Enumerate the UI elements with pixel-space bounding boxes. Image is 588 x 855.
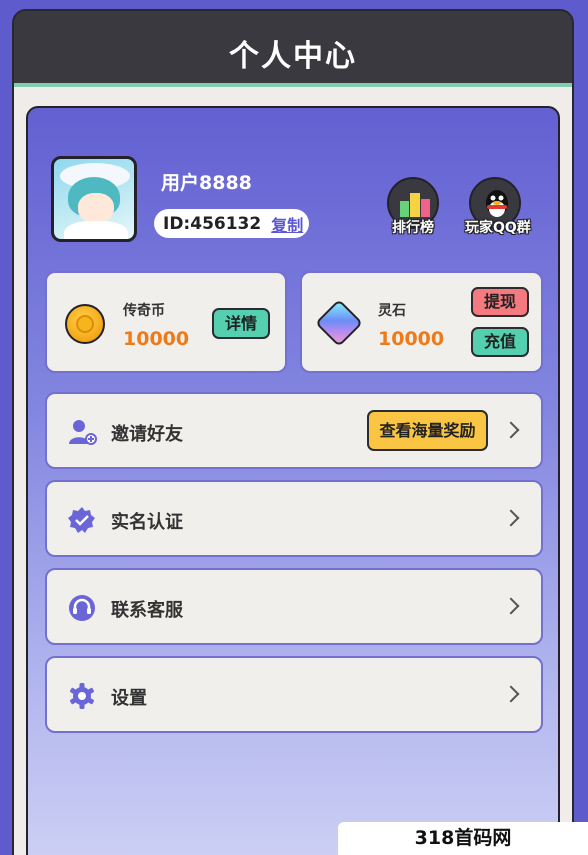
- gem-icon: [314, 298, 364, 348]
- withdraw-button[interactable]: 提现: [471, 287, 529, 317]
- copy-id-link[interactable]: 复制: [271, 212, 303, 236]
- leaderboard-label: 排行榜: [392, 220, 434, 236]
- avatar[interactable]: [51, 156, 137, 242]
- coin-detail-button[interactable]: 详情: [212, 308, 270, 339]
- real-name-verification-row[interactable]: 实名认证: [45, 480, 543, 557]
- verified-badge-icon: [68, 507, 95, 533]
- add-user-icon: [69, 420, 97, 445]
- gem-card: 灵石 10000 提现 充值: [300, 271, 543, 373]
- gem-value: 10000: [378, 328, 445, 350]
- leaderboard-button[interactable]: 排行榜: [383, 177, 443, 237]
- page-title: 个人中心: [229, 39, 357, 74]
- view-rewards-button[interactable]: 查看海量奖励: [367, 410, 488, 451]
- invite-friends-row[interactable]: 邀请好友 查看海量奖励: [45, 392, 543, 469]
- top-bar: 个人中心: [12, 9, 574, 89]
- coin-card: 传奇币 10000 详情: [45, 271, 287, 373]
- recharge-button[interactable]: 充值: [471, 327, 529, 357]
- headset-icon: [69, 595, 95, 621]
- real-name-verification-label: 实名认证: [111, 512, 183, 533]
- chevron-right-icon: [502, 509, 520, 527]
- coin-label: 传奇币: [123, 303, 165, 319]
- coin-value: 10000: [123, 328, 190, 350]
- qq-group-button[interactable]: 玩家QQ群: [465, 177, 531, 237]
- customer-service-label: 联系客服: [111, 600, 183, 621]
- settings-label: 设置: [111, 688, 147, 709]
- invite-friends-label: 邀请好友: [111, 424, 183, 445]
- user-id-pill: ID:456132 复制: [154, 209, 309, 238]
- chevron-right-icon: [502, 685, 520, 703]
- user-id: ID:456132: [163, 213, 262, 234]
- qq-group-label: 玩家QQ群: [465, 220, 531, 236]
- gold-coin-icon: [65, 304, 105, 344]
- settings-row[interactable]: 设置: [45, 656, 543, 733]
- gear-icon: [70, 683, 94, 709]
- gem-label: 灵石: [378, 303, 406, 319]
- watermark: 318首码网 www.e318.com: [338, 822, 588, 855]
- chevron-right-icon: [502, 597, 520, 615]
- customer-service-row[interactable]: 联系客服: [45, 568, 543, 645]
- chevron-right-icon: [502, 421, 520, 439]
- username: 用户8888: [161, 172, 252, 194]
